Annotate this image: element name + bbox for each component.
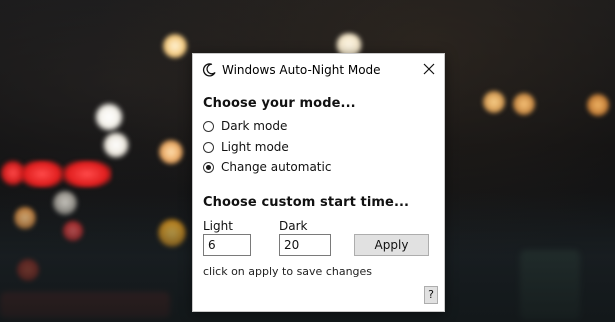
radio-label-change-automatic: Change automatic <box>221 160 332 174</box>
bokeh-light <box>158 139 184 165</box>
close-button[interactable] <box>414 54 444 84</box>
bokeh-light <box>102 131 130 159</box>
close-icon <box>423 60 435 79</box>
radio-button[interactable] <box>203 141 214 153</box>
bokeh-light <box>482 90 506 114</box>
radio-light-mode[interactable]: Light mode <box>203 139 289 155</box>
bokeh-light <box>162 33 188 59</box>
radio-dark-mode[interactable]: Dark mode <box>203 118 287 134</box>
radio-change-automatic[interactable]: Change automatic <box>203 159 331 175</box>
apply-button[interactable]: Apply <box>354 234 429 256</box>
save-hint-text: click on apply to save changes <box>203 265 373 278</box>
bokeh-light <box>94 102 124 132</box>
radio-label-dark-mode: Dark mode <box>221 119 288 133</box>
dark-start-input[interactable] <box>279 234 331 256</box>
bokeh-light <box>586 93 610 117</box>
light-start-input[interactable] <box>203 234 251 256</box>
auto-night-mode-window: Windows Auto-Night Mode Choose your mode… <box>192 53 445 312</box>
start-time-heading: Choose custom start time... <box>203 195 410 210</box>
dark-time-label: Dark <box>279 219 308 233</box>
help-button[interactable]: ? <box>424 286 438 304</box>
light-time-label: Light <box>203 219 233 233</box>
car-taillight <box>62 160 112 188</box>
mode-heading: Choose your mode... <box>203 96 356 111</box>
bokeh-light <box>512 92 536 116</box>
radio-button[interactable] <box>203 120 214 132</box>
radio-button-selected[interactable] <box>203 161 214 173</box>
radio-label-light-mode: Light mode <box>221 140 289 154</box>
crescent-moon-icon <box>202 62 216 77</box>
car-taillight <box>20 160 64 188</box>
title-bar[interactable]: Windows Auto-Night Mode <box>193 54 444 85</box>
window-title: Windows Auto-Night Mode <box>222 63 381 77</box>
